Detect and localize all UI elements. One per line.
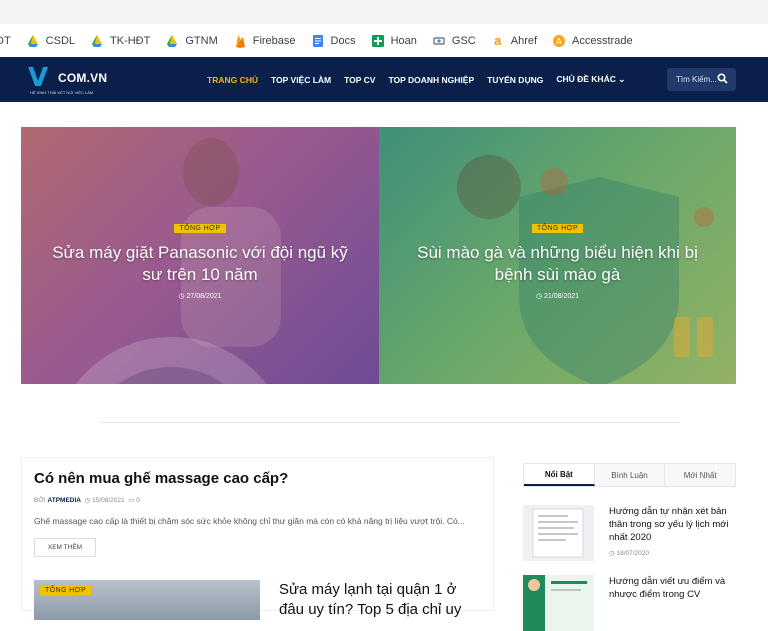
logo-mark: V [28,63,49,93]
bookmark-dt[interactable]: DT [0,35,11,47]
read-more-button[interactable]: XEM THÊM [34,538,96,557]
clock-icon: ◷ [535,293,544,300]
bookmark-gtnm[interactable]: GTNM [165,34,218,48]
browser-tab-strip [0,0,768,24]
post-thumbnail [523,575,594,631]
site-header: V COM.VN HỆ SINH THÁI KẾT NỐI VIỆC LÀM T… [0,57,768,102]
sidebar-post-date: ◷ 18/07/2020 [609,549,649,557]
firebase-icon [235,35,245,48]
tab-latest[interactable]: Mới Nhất [665,464,736,486]
category-badge[interactable]: TỔNG HỢP [531,224,584,233]
bookmark-label: DT [0,35,11,47]
bookmark-csdl[interactable]: CSDL [26,34,75,48]
google-drive-icon [167,35,178,47]
bookmarks-bar: DT CSDL TK-HĐT GTNM Firebase Docs Hoan G… [0,26,768,56]
google-drive-icon [92,35,103,47]
category-badge[interactable]: TỔNG HỢP [40,586,92,595]
article-date: 15/08/2021 [92,497,125,504]
google-docs-icon [312,35,323,47]
search-label: Tìm Kiếm... [676,75,717,84]
article-meta: BỞI ATPMEDIA ◷ 15/08/2021 ▭ 0 [34,496,140,504]
hero-content-1: TỔNG HỢP Sửa máy giặt Panasonic với đội … [21,217,379,300]
hero-date-value: 21/08/2021 [544,293,580,300]
logo-tagline: HỆ SINH THÁI KẾT NỐI VIỆC LÀM [30,90,94,95]
hero-date-value: 27/08/2021 [186,293,222,300]
amazon-icon: a [494,33,502,48]
article-title[interactable]: Có nên mua ghế massage cao cấp? [34,470,288,487]
article-author[interactable]: ATPMEDIA [48,497,81,504]
nav-item-top-companies[interactable]: TOP DOANH NGHIỆP [388,75,474,85]
tab-featured[interactable]: Nổi Bật [524,464,595,486]
nav-item-top-cv[interactable]: TOP CV [344,75,375,85]
hero-title-1[interactable]: Sửa máy giặt Panasonic với đội ngũ kỹ sư… [21,242,379,286]
article-2-title[interactable]: Sửa máy lạnh tại quận 1 ở đâu uy tín? To… [279,580,484,620]
sidebar-post-title[interactable]: Hướng dẫn tự nhận xét bản thân trong sơ … [609,505,735,544]
hero-content-2: TỔNG HỢP Sùi mào gà và những biểu hiện k… [379,217,736,300]
nav-item-home[interactable]: TRANG CHỦ [207,75,258,85]
post-thumbnail [523,505,594,561]
sidebar-post-title[interactable]: Hướng dẫn viết ưu điểm và nhược điểm tro… [609,575,735,601]
bookmark-label: GTNM [185,35,218,47]
hero-post-1[interactable]: TỔNG HỢP Sửa máy giặt Panasonic với đội … [21,127,379,384]
nav-item-top-jobs[interactable]: TOP VIỆC LÀM [271,75,331,85]
comment-count[interactable]: 0 [136,497,140,504]
sidebar-post-date-value: 18/07/2020 [616,550,650,557]
clock-icon: ◷ [84,497,91,504]
category-badge[interactable]: TỔNG HỢP [174,224,226,233]
bookmark-ahref[interactable]: a Ahref [491,34,537,48]
nav-item-recruitment[interactable]: TUYỂN DỤNG [487,75,543,85]
sidebar-widget: Nổi Bật Bình Luận Mới Nhất Hướng dẫn tự … [523,463,736,631]
search-button[interactable]: Tìm Kiếm... [667,68,736,91]
by-label: BỞI [34,497,46,504]
google-drive-icon [27,35,38,47]
search-console-icon [433,37,445,45]
sidebar-tabs: Nổi Bật Bình Luận Mới Nhất [523,463,736,487]
hero-post-2[interactable]: TỔNG HỢP Sùi mào gà và những biểu hiện k… [379,127,736,384]
bookmark-label: Docs [330,35,356,47]
bookmark-docs[interactable]: Docs [311,34,356,48]
bookmark-accesstrade[interactable]: A Accesstrade [552,34,633,48]
main-menu: TRANG CHỦ TOP VIỆC LÀM TOP CV TOP DOANH … [207,57,638,102]
article-card: Có nên mua ghế massage cao cấp? BỞI ATPM… [21,457,494,620]
bookmark-label: CSDL [45,35,76,47]
hero-date-1: ◷ 27/08/2021 [21,292,379,300]
hero-title-2[interactable]: Sùi mào gà và những biểu hiện khi bị bện… [379,242,736,286]
google-sheets-icon [371,35,384,47]
bookmark-label: TK-HĐT [110,35,151,47]
comment-icon: ▭ [128,497,135,504]
site-logo[interactable]: V COM.VN HỆ SINH THÁI KẾT NỐI VIỆC LÀM [28,63,118,97]
clock-icon: ◷ [178,293,187,300]
bookmark-label: Firebase [252,35,296,47]
article-thumbnail[interactable]: TỔNG HỢP [34,580,260,620]
logo-text: COM.VN [58,71,108,85]
svg-text:A: A [556,37,562,46]
bookmark-tk-hdt[interactable]: TK-HĐT [90,34,150,48]
accesstrade-icon: A [553,35,566,47]
bookmark-label: Hoan [390,35,417,47]
bookmark-label: GSC [451,35,476,47]
tab-comments[interactable]: Bình Luận [594,464,666,486]
nav-item-other-topics[interactable]: CHỦ ĐỀ KHÁC ⌄ [556,74,625,85]
search-icon [717,73,728,84]
hero-date-2: ◷ 21/08/2021 [379,292,736,300]
bookmark-label: Accesstrade [572,35,633,47]
section-divider [100,422,680,423]
bookmark-hoan[interactable]: Hoan [371,34,417,48]
article-excerpt: Ghế massage cao cấp là thiết bị chăm sóc… [34,516,465,526]
bookmark-label: Ahref [510,35,538,47]
bookmark-firebase[interactable]: Firebase [233,34,296,48]
bookmark-gsc[interactable]: GSC [432,34,476,48]
